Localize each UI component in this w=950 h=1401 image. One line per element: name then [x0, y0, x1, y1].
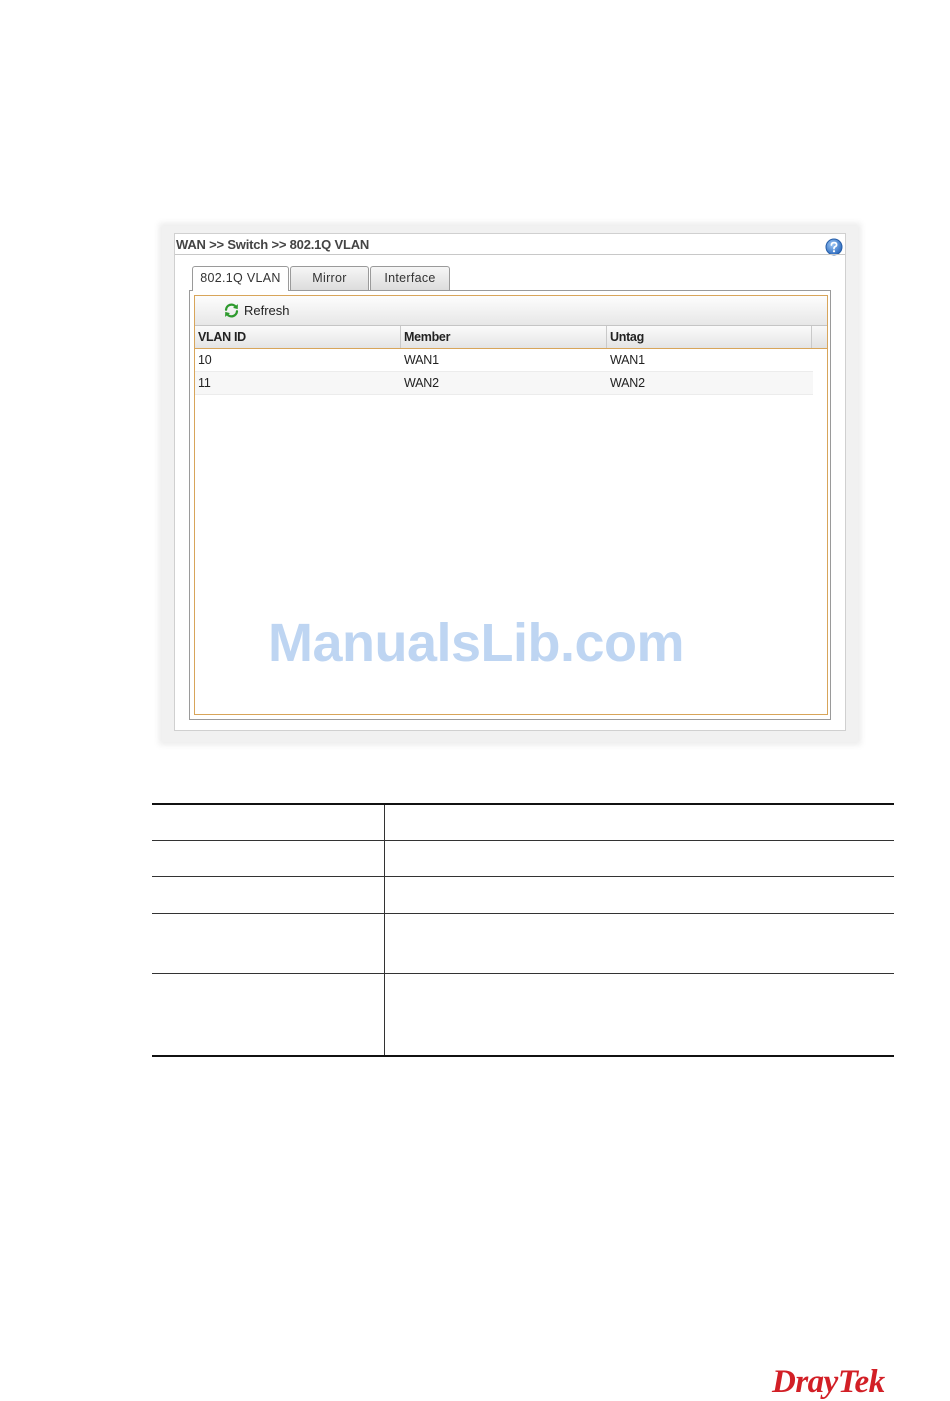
- table-row: [152, 803, 894, 841]
- refresh-icon: [224, 303, 239, 317]
- table-cell: [152, 876, 385, 914]
- grid-header: VLAN ID Member Untag: [195, 326, 827, 349]
- table-cell: [152, 913, 385, 974]
- tab-802-1q-vlan[interactable]: 802.1Q VLAN: [192, 266, 289, 291]
- tab-label: Mirror: [312, 271, 347, 285]
- tab-label: Interface: [384, 271, 436, 285]
- table-row: [152, 973, 894, 1057]
- grid-body: 10 WAN1 WAN1 11 WAN2 WAN2: [195, 349, 813, 395]
- table-cell: [384, 803, 894, 841]
- column-header-member[interactable]: Member: [401, 326, 607, 348]
- table-row[interactable]: 11 WAN2 WAN2: [195, 372, 813, 395]
- grid-toolbar: Refresh: [195, 296, 827, 326]
- tab-mirror[interactable]: Mirror: [290, 266, 369, 290]
- column-header-vlan-id[interactable]: VLAN ID: [195, 326, 401, 348]
- tab-interface[interactable]: Interface: [370, 266, 450, 290]
- cell-vlan-id: 10: [198, 353, 212, 367]
- tab-label: 802.1Q VLAN: [200, 271, 281, 285]
- cell-member: WAN1: [404, 353, 439, 367]
- cell-untag: WAN1: [610, 353, 645, 367]
- scrollbar-header: [811, 326, 827, 348]
- cell-untag: WAN2: [610, 376, 645, 390]
- watermark: ManualsLib.com: [268, 613, 685, 673]
- table-cell: [384, 840, 894, 877]
- table-row: [152, 876, 894, 914]
- table-cell: [152, 803, 385, 841]
- table-row[interactable]: 10 WAN1 WAN1: [195, 349, 813, 372]
- table-row: [152, 840, 894, 877]
- table-cell: [384, 913, 894, 974]
- table-cell: [384, 876, 894, 914]
- refresh-label: Refresh: [244, 302, 290, 318]
- refresh-button[interactable]: Refresh: [223, 301, 290, 319]
- column-header-untag[interactable]: Untag: [607, 326, 813, 348]
- table-cell: [152, 973, 385, 1057]
- table-cell: [384, 973, 894, 1057]
- breadcrumb: WAN >> Switch >> 802.1Q VLAN: [176, 237, 370, 252]
- table-row: [152, 913, 894, 974]
- cell-vlan-id: 11: [198, 376, 211, 390]
- table-cell: [152, 840, 385, 877]
- cell-member: WAN2: [404, 376, 439, 390]
- draytek-logo: DrayTek: [772, 1364, 885, 1400]
- title-divider: [175, 254, 845, 255]
- description-table: [152, 803, 894, 1057]
